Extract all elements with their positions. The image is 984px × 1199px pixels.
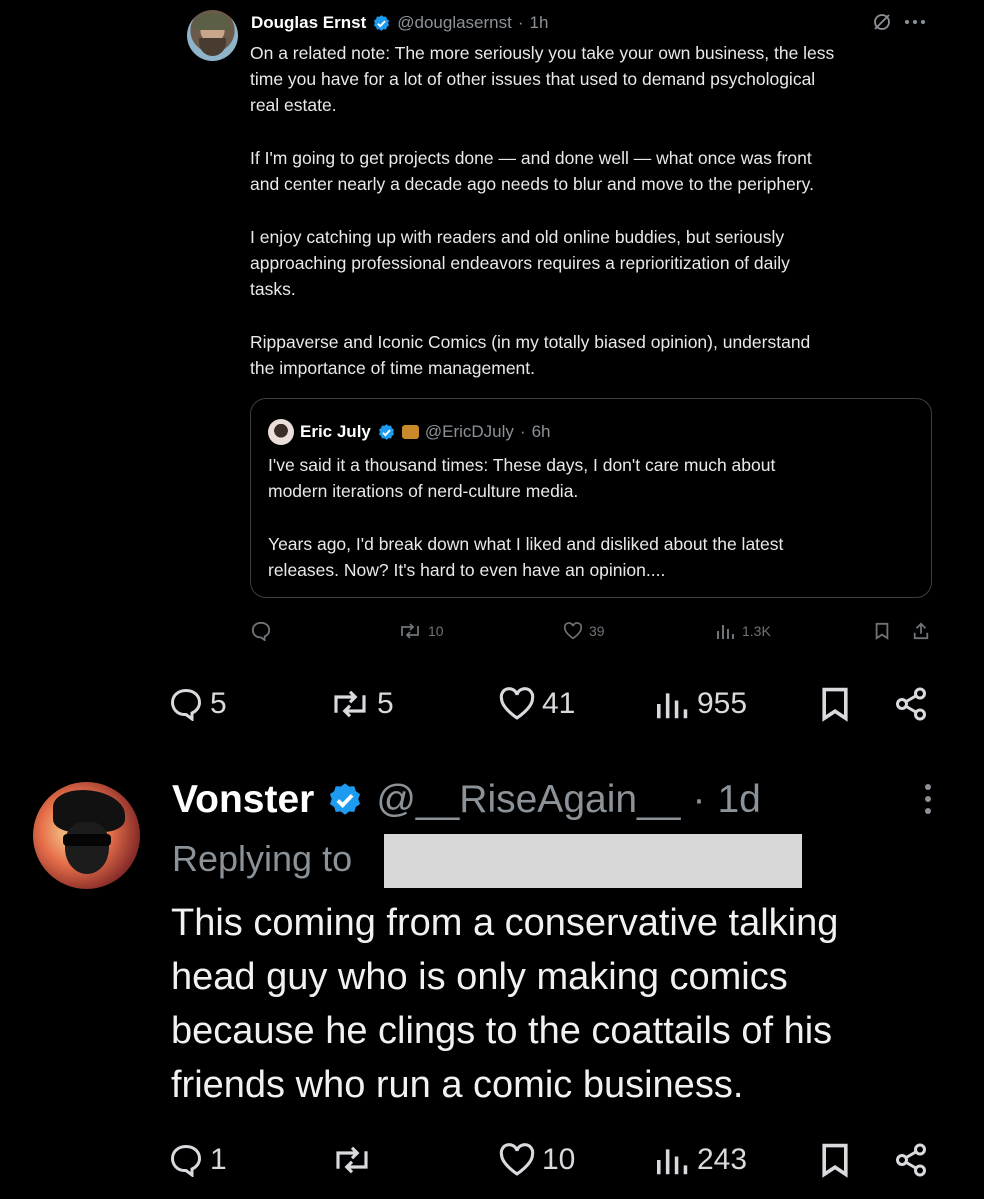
share-icon: [913, 622, 929, 640]
more-options-icon[interactable]: [904, 19, 926, 25]
repost-button[interactable]: 10: [398, 620, 444, 642]
quoted-post-header: Douglas Ernst @douglasernst · 1h: [251, 13, 549, 33]
reply-button[interactable]: 1: [168, 1140, 227, 1180]
repost-count: 10: [428, 623, 444, 639]
verified-badge-icon: [330, 783, 361, 815]
quoted-post-text: On a related note: The more seriously yo…: [250, 40, 940, 408]
bookmark-button[interactable]: [820, 1140, 850, 1180]
paragraph: Years ago, I'd break down what I liked a…: [268, 534, 784, 580]
reply-button[interactable]: 5: [168, 684, 227, 724]
reply-count: 5: [210, 687, 227, 720]
paragraph: Rippaverse and Iconic Comics (in my tota…: [250, 332, 811, 378]
bookmark-icon: [822, 687, 848, 722]
author-name[interactable]: Douglas Ernst: [251, 13, 366, 33]
paragraph: I've said it a thousand times: These day…: [268, 455, 776, 501]
views-button[interactable]: 243: [655, 1140, 747, 1180]
author-name[interactable]: Eric July: [300, 422, 371, 442]
inner-quote-header: Eric July @EricDJuly · 6h: [268, 419, 551, 445]
like-button[interactable]: 39: [563, 620, 605, 642]
repost-icon: [334, 690, 366, 718]
views-icon: [657, 1149, 688, 1175]
share-nodes-icon: [896, 687, 926, 721]
share-nodes-icon: [896, 1143, 926, 1177]
post-time[interactable]: 6h: [532, 422, 551, 442]
bookmark-button[interactable]: [874, 620, 890, 642]
views-icon: [717, 625, 734, 639]
post-top-actions: [872, 12, 926, 32]
like-count: 41: [542, 687, 576, 720]
repost-icon: [336, 1146, 368, 1174]
like-count: 39: [589, 623, 605, 639]
repost-count: 5: [377, 687, 394, 720]
heart-icon: [499, 687, 535, 720]
views-count: 1.3K: [742, 623, 771, 639]
heart-icon: [499, 1143, 535, 1176]
post-time[interactable]: 1d: [717, 778, 760, 822]
views-button[interactable]: 1.3K: [716, 620, 771, 642]
paragraph: I enjoy catching up with readers and old…: [250, 227, 790, 299]
like-button[interactable]: 10: [498, 1140, 575, 1180]
views-icon: [657, 693, 688, 719]
author-handle[interactable]: @douglasernst: [397, 13, 512, 33]
paragraph: If I'm going to get projects done — and …: [250, 148, 814, 194]
views-count: 955: [697, 687, 748, 720]
bookmark-button[interactable]: [820, 684, 850, 724]
views-button[interactable]: 955: [655, 684, 747, 724]
repost-icon: [401, 623, 419, 639]
author-name[interactable]: Vonster: [172, 778, 314, 822]
inner-quote-text: I've said it a thousand times: These day…: [268, 452, 908, 610]
verified-badge-icon: [374, 14, 390, 31]
reply-button[interactable]: [250, 620, 272, 642]
bookmark-icon: [822, 1143, 848, 1178]
repost-button[interactable]: [331, 1140, 373, 1180]
verified-badge-icon: [378, 423, 394, 440]
heart-icon: [563, 622, 583, 640]
share-button[interactable]: [892, 1140, 930, 1180]
author-handle[interactable]: @EricDJuly: [425, 422, 514, 442]
replying-to-label: Replying to: [172, 838, 353, 879]
redacted-handle: [384, 834, 802, 888]
vonster-avatar[interactable]: [33, 782, 140, 889]
like-button[interactable]: 41: [498, 684, 575, 724]
reply-count: 1: [210, 1143, 227, 1176]
paragraph: On a related note: The more seriously yo…: [250, 43, 835, 115]
douglas-avatar[interactable]: [187, 10, 238, 61]
share-button[interactable]: [912, 620, 930, 642]
eric-avatar[interactable]: [268, 419, 294, 445]
reply-text: This coming from a conservative talking …: [171, 902, 839, 1106]
grok-icon[interactable]: [872, 12, 892, 32]
views-count: 243: [697, 1143, 748, 1176]
repost-button[interactable]: 5: [329, 684, 394, 724]
bookmark-icon: [875, 622, 889, 640]
reply-icon: [251, 621, 271, 641]
reply-icon: [170, 688, 202, 721]
post-time[interactable]: 1h: [530, 13, 549, 33]
reply-header: Vonster @__RiseAgain__ · 1d: [172, 778, 761, 822]
share-button[interactable]: [892, 684, 930, 724]
affiliate-badge-icon: [401, 425, 419, 439]
more-options-icon[interactable]: [918, 784, 938, 820]
like-count: 10: [542, 1143, 576, 1176]
author-handle[interactable]: @__RiseAgain__: [376, 778, 680, 822]
reply-icon: [170, 1144, 202, 1177]
